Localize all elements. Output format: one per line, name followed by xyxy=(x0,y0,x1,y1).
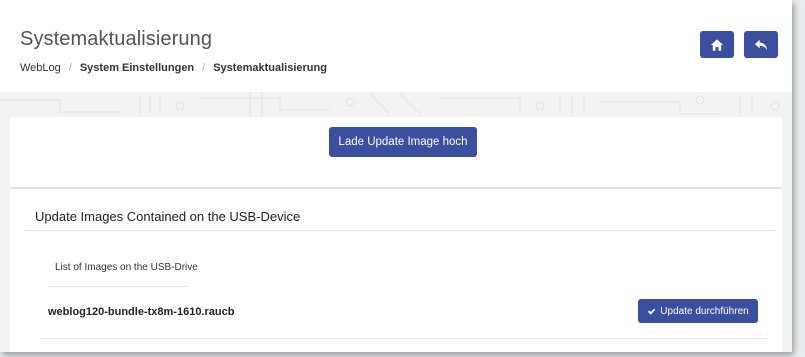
row-rule xyxy=(40,338,768,339)
home-icon xyxy=(710,38,724,51)
upload-image-button[interactable]: Lade Update Image hoch xyxy=(329,127,477,157)
app-window: Systemaktualisierung WebLog / System Einst… xyxy=(0,0,792,352)
check-icon xyxy=(648,308,656,315)
circuit-pattern xyxy=(0,92,780,117)
breadcrumb-separator: / xyxy=(202,62,206,74)
page-header: Systemaktualisierung WebLog / System Einst… xyxy=(0,0,792,92)
home-button[interactable] xyxy=(700,31,734,58)
breadcrumb-separator: / xyxy=(68,62,72,74)
main-content: Lade Update Image hoch Update Images Con… xyxy=(10,117,782,352)
usb-section-title: Update Images Contained on the USB-Devic… xyxy=(35,209,301,224)
section-divider xyxy=(10,187,782,189)
breadcrumb-item-system-settings[interactable]: System Einstellungen xyxy=(80,62,194,74)
decorative-side-pattern xyxy=(782,117,792,352)
reply-icon xyxy=(754,39,768,50)
image-file-name: weblog120-bundle-tx8m-1610.raucb xyxy=(48,306,235,318)
list-header: List of Images on the USB-Drive xyxy=(55,262,198,273)
update-button-label: Update durchführen xyxy=(660,305,749,317)
back-button[interactable] xyxy=(744,31,778,58)
breadcrumb: WebLog / System Einstellungen / Systemaktual… xyxy=(20,62,327,74)
list-header-rule xyxy=(48,286,188,287)
breadcrumb-item-weblog[interactable]: WebLog xyxy=(20,62,61,74)
decorative-pattern-band xyxy=(0,92,792,117)
section-rule xyxy=(25,230,775,231)
update-button[interactable]: Update durchführen xyxy=(638,299,758,323)
page-title: Systemaktualisierung xyxy=(20,28,213,50)
breadcrumb-item-current: Systemaktualisierung xyxy=(213,62,327,74)
decorative-side-pattern xyxy=(0,117,10,352)
